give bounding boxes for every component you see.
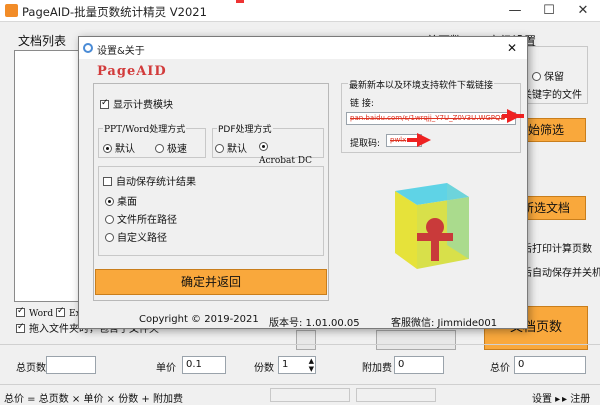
confirm-return-button[interactable]: 确定并返回	[95, 269, 327, 295]
ppt-default-radio[interactable]: 默认	[103, 140, 135, 155]
print-calc-label[interactable]: 后打印计算页数	[522, 240, 592, 255]
total-price-label: 总价	[490, 363, 510, 374]
bottom-btn-1[interactable]	[296, 330, 316, 350]
status-cell-2	[356, 388, 436, 402]
unit-price-field[interactable]: 0.1	[182, 356, 226, 374]
settings-dialog: 设置&关于 ✕ PageAID 显示计费模块 PPT/Word处理方式 默认 极…	[78, 36, 528, 329]
extra-fee-label: 附加费	[362, 363, 392, 374]
auto-save-checkbox[interactable]: 自动保存统计结果	[103, 173, 196, 188]
download-group-label: 最新新本以及环境支持软件下载链接	[348, 78, 495, 91]
pdf-group: PDF处理方式 默认 Acrobat DC	[212, 122, 324, 166]
pdf-acrobat-radio[interactable]: Acrobat DC	[259, 140, 323, 166]
unit-price-label: 单价	[156, 363, 176, 374]
dialog-title: 设置&关于	[97, 46, 145, 57]
version-text: 版本号: 1.01.00.05	[269, 318, 360, 329]
copies-stepper[interactable]: 1 ▲ ▼	[278, 356, 316, 374]
minimize-icon[interactable]: —	[498, 0, 532, 22]
dialog-close-icon[interactable]: ✕	[499, 39, 525, 57]
formula-text: 总价 = 总页数 × 单价 × 份数 + 附加费	[4, 394, 183, 405]
register-link[interactable]: ▸ 注册	[562, 390, 590, 405]
ppt-word-group: PPT/Word处理方式 默认 极速	[98, 122, 206, 158]
ppt-fast-radio[interactable]: 极速	[155, 140, 187, 155]
gear-icon	[83, 43, 93, 53]
bottom-btn-2[interactable]	[376, 330, 456, 350]
doc-list-label: 文档列表	[18, 34, 67, 48]
copies-label: 份数	[254, 363, 274, 374]
total-pages-label: 总页数	[16, 363, 46, 374]
pdf-default-radio[interactable]: 默认	[215, 140, 247, 155]
copyright-text: Copyright © 2019-2021	[139, 314, 259, 325]
total-price-field[interactable]: 0	[514, 356, 586, 374]
app-icon	[5, 4, 18, 17]
maximize-icon[interactable]: ☐	[532, 0, 566, 22]
desktop-radio[interactable]: 桌面	[105, 193, 137, 208]
pdf-group-label: PDF处理方式	[217, 122, 273, 135]
ppt-word-group-label: PPT/Word处理方式	[103, 122, 187, 135]
dialog-title-bar: 设置&关于 ✕	[79, 37, 527, 59]
show-billing-checkbox[interactable]: 显示计费模块	[100, 96, 173, 111]
title-accent	[236, 0, 244, 3]
wechat-text: 客服微信: Jimmide001	[391, 318, 498, 329]
link-label: 链 接:	[350, 99, 374, 109]
window-title: PageAID-批量页数统计精灵 V2021	[22, 5, 207, 19]
red-arrowhead-link-icon	[507, 109, 521, 123]
stepper-arrows-icon[interactable]: ▲ ▼	[309, 357, 314, 373]
code-label: 提取码:	[350, 139, 381, 149]
download-group: 最新新本以及环境支持软件下载链接 链 接: pan.baidu.com/s/1w…	[341, 78, 521, 153]
pageaid-logo: PageAID	[97, 64, 167, 79]
keep-radio[interactable]: 保留	[532, 68, 564, 83]
red-arrowhead-code-icon	[417, 133, 431, 147]
file-path-radio[interactable]: 文件所在路径	[105, 211, 177, 226]
keyword-file-label: 关键字的文件	[522, 90, 582, 101]
main-title-bar: PageAID-批量页数统计精灵 V2021 — ☐ ✕	[0, 0, 600, 22]
settings-link[interactable]: 设置 ▸	[532, 390, 560, 405]
link-field[interactable]: pan.baidu.com/s/1wrqjj_Y7U_Z0V3U.WGPQE	[346, 112, 516, 125]
keep-label: 保留	[544, 72, 564, 83]
close-icon[interactable]: ✕	[566, 0, 600, 22]
total-pages-field[interactable]	[46, 356, 96, 374]
custom-path-radio[interactable]: 自定义路径	[105, 229, 167, 244]
extra-fee-field[interactable]: 0	[394, 356, 444, 374]
word-checkbox[interactable]: Word	[16, 306, 53, 319]
separator	[0, 344, 600, 345]
product-cube-icon	[395, 183, 469, 269]
auto-save-group: 自动保存统计结果 桌面 文件所在路径 自定义路径	[98, 166, 324, 256]
auto-save-shutdown-label[interactable]: 后自动保存并关机	[522, 264, 600, 279]
status-cell-1	[270, 388, 350, 402]
